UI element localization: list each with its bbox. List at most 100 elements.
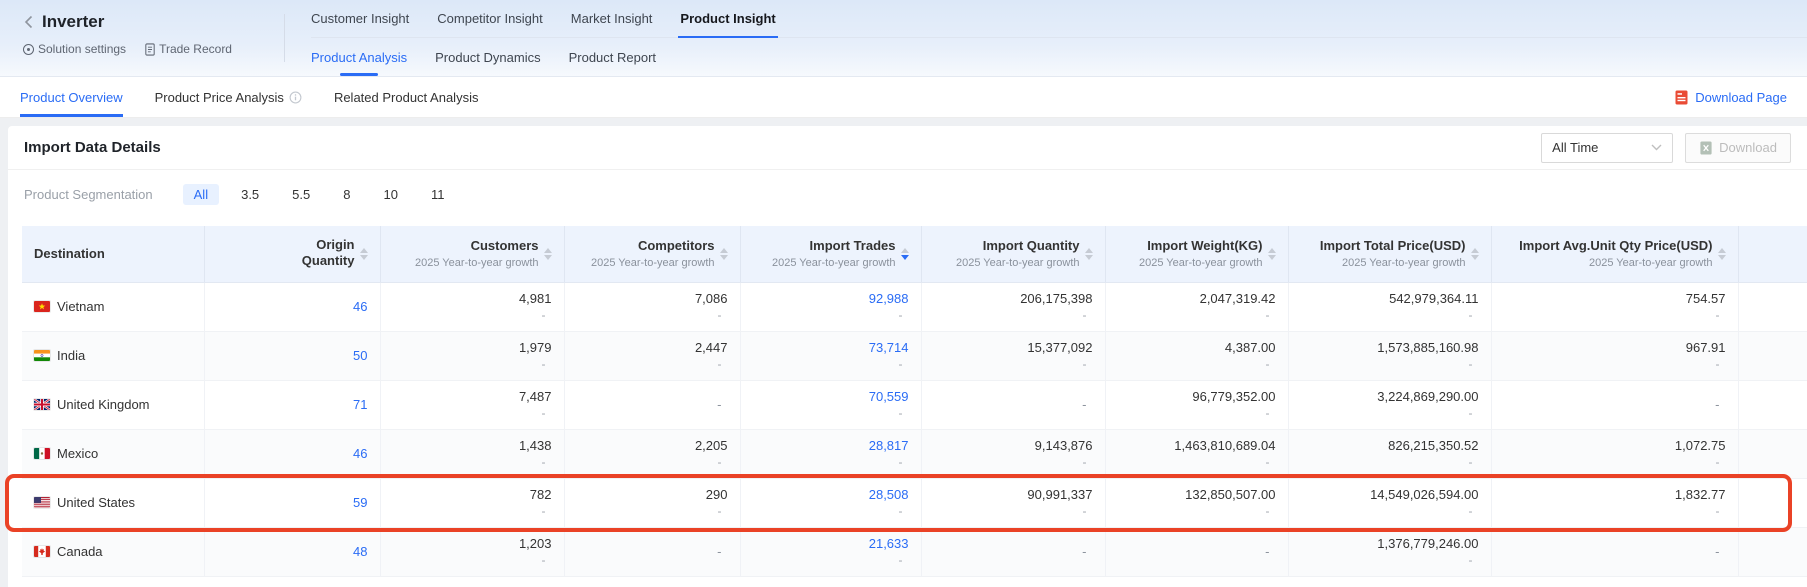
sort-control-competitors[interactable]: [720, 248, 728, 260]
value-cell[interactable]: 92,988-: [740, 282, 921, 331]
column-header-import-avg-unit-qty-price-usd[interactable]: Import Avg.Unit Qty Price(USD)2025 Year-…: [1491, 226, 1738, 282]
sort-control-origin-quantity[interactable]: [360, 248, 368, 260]
top-header: Inverter Solution settings Trade Record …: [0, 0, 1807, 77]
cell-value: 1,438: [393, 437, 552, 454]
column-header-import-weight-kg[interactable]: Import Weight(KG)2025 Year-to-year growt…: [1105, 226, 1288, 282]
cell-value: 1,573,885,160.98: [1301, 339, 1479, 356]
subnav-tabs: Product Overview Product Price Analysis Re…: [20, 77, 510, 117]
subtab-related-product-analysis[interactable]: Related Product Analysis: [334, 77, 479, 117]
segmentation-row: Product Segmentation All3.55.581011: [8, 170, 1807, 218]
origin-quantity-link[interactable]: 46: [353, 299, 367, 314]
tab-customer-insight[interactable]: Customer Insight: [311, 0, 409, 37]
origin-quantity-link[interactable]: 50: [353, 348, 367, 363]
empty-value-dash: -: [1118, 544, 1276, 559]
sort-control-customers[interactable]: [544, 248, 552, 260]
value-cell[interactable]: 73,714-: [740, 331, 921, 380]
cell-growth: -: [1118, 307, 1276, 323]
import-trades-link[interactable]: 70,559: [753, 388, 909, 405]
value-cell[interactable]: 28,817-: [740, 429, 921, 478]
import-data-card: Import Data Details All Time Download Pr…: [8, 126, 1807, 587]
caret-down-icon: [1085, 255, 1093, 260]
tab-product-dynamics[interactable]: Product Dynamics: [435, 38, 540, 76]
origin-quantity-link[interactable]: 59: [353, 495, 367, 510]
cell-growth: -: [1118, 503, 1276, 519]
cell-value: 4,981: [393, 290, 552, 307]
segmentation-option-10[interactable]: 10: [372, 184, 408, 205]
cell-growth: -: [393, 356, 552, 372]
segmentation-option-all[interactable]: All: [183, 184, 219, 205]
download-page-button[interactable]: Download Page: [1674, 77, 1787, 117]
import-trades-link[interactable]: 28,817: [753, 437, 909, 454]
value-cell: 1,203-: [380, 527, 564, 576]
tab-product-insight[interactable]: Product Insight: [680, 0, 775, 37]
sort-control-import-avg-unit-qty-price-usd[interactable]: [1718, 248, 1726, 260]
column-header-competitors[interactable]: Competitors2025 Year-to-year growth: [564, 226, 740, 282]
value-cell[interactable]: 28,508-: [740, 478, 921, 527]
subtab-product-overview[interactable]: Product Overview: [20, 77, 123, 117]
cell-value: 1,203: [393, 535, 552, 552]
cell-growth: -: [1118, 454, 1276, 470]
tab-competitor-insight[interactable]: Competitor Insight: [437, 0, 543, 37]
value-cell: 1,979-: [380, 331, 564, 380]
cell-growth: -: [934, 503, 1093, 519]
import-trades-link[interactable]: 28,508: [753, 486, 909, 503]
segmentation-option-8[interactable]: 8: [332, 184, 361, 205]
sort-control-import-trades[interactable]: [901, 248, 909, 260]
tab-market-insight[interactable]: Market Insight: [571, 0, 653, 37]
cell-growth: -: [753, 503, 909, 519]
value-cell[interactable]: 21,633-: [740, 527, 921, 576]
back-icon[interactable]: [22, 14, 36, 30]
origin-quantity-link[interactable]: 71: [353, 397, 367, 412]
cell-value: 206,175,398: [934, 290, 1093, 307]
import-trades-link[interactable]: 92,988: [753, 290, 909, 307]
origin-quantity-cell: 50: [204, 331, 380, 380]
subtab-product-price-analysis[interactable]: Product Price Analysis: [155, 77, 302, 117]
time-filter-select[interactable]: All Time: [1541, 133, 1673, 163]
origin-quantity-link[interactable]: 46: [353, 446, 367, 461]
empty-value-dash: -: [1504, 544, 1726, 559]
segmentation-option-3-5[interactable]: 3.5: [230, 184, 270, 205]
segmentation-option-5-5[interactable]: 5.5: [281, 184, 321, 205]
tab-product-report[interactable]: Product Report: [569, 38, 656, 76]
column-growth-caption: 2025 Year-to-year growth: [1320, 257, 1466, 269]
value-cell: 290-: [564, 478, 740, 527]
value-cell: -: [1105, 527, 1288, 576]
cell-growth: -: [1301, 454, 1479, 470]
value-cell: 90,991,337-: [921, 478, 1105, 527]
empty-value-dash: -: [577, 397, 728, 412]
column-header-import-quantity[interactable]: Import Quantity2025 Year-to-year growth: [921, 226, 1105, 282]
cell-growth: -: [934, 454, 1093, 470]
cell-value: 782: [393, 486, 552, 503]
cell-growth: -: [577, 503, 728, 519]
segmentation-option-11[interactable]: 11: [420, 184, 456, 205]
cell-value: 3,224,869,290.00: [1301, 388, 1479, 405]
column-header-destination: Destination: [22, 226, 204, 282]
download-button[interactable]: Download: [1685, 133, 1791, 163]
caret-down-icon: [720, 255, 728, 260]
trade-record-button[interactable]: Trade Record: [144, 42, 232, 56]
column-header-origin-quantity[interactable]: Origin Quantity: [204, 226, 380, 282]
flag-us-icon: [34, 497, 50, 508]
sort-control-import-quantity[interactable]: [1085, 248, 1093, 260]
value-cell: 2,447-: [564, 331, 740, 380]
tab-product-analysis[interactable]: Product Analysis: [311, 38, 407, 76]
cell-value: 96,779,352.00: [1118, 388, 1276, 405]
sort-control-import-total-price-usd[interactable]: [1471, 248, 1479, 260]
origin-quantity-cell: 46: [204, 429, 380, 478]
origin-quantity-cell: 59: [204, 478, 380, 527]
cell-growth: -: [1301, 356, 1479, 372]
column-label: Origin Quantity: [291, 237, 355, 269]
value-cell[interactable]: 70,559-: [740, 380, 921, 429]
column-header-customers[interactable]: Customers2025 Year-to-year growth: [380, 226, 564, 282]
column-header-import-trades[interactable]: Import Trades2025 Year-to-year growth: [740, 226, 921, 282]
cell-value: 2,447: [577, 339, 728, 356]
sort-control-import-weight-kg[interactable]: [1268, 248, 1276, 260]
column-header-import-total-price-usd[interactable]: Import Total Price(USD)2025 Year-to-year…: [1288, 226, 1491, 282]
import-trades-link[interactable]: 21,633: [753, 535, 909, 552]
caret-up-icon: [1268, 248, 1276, 253]
import-trades-link[interactable]: 73,714: [753, 339, 909, 356]
value-cell: -: [564, 380, 740, 429]
column-label: Import Weight(KG): [1139, 238, 1263, 254]
origin-quantity-link[interactable]: 48: [353, 544, 367, 559]
solution-settings-button[interactable]: Solution settings: [22, 42, 126, 56]
